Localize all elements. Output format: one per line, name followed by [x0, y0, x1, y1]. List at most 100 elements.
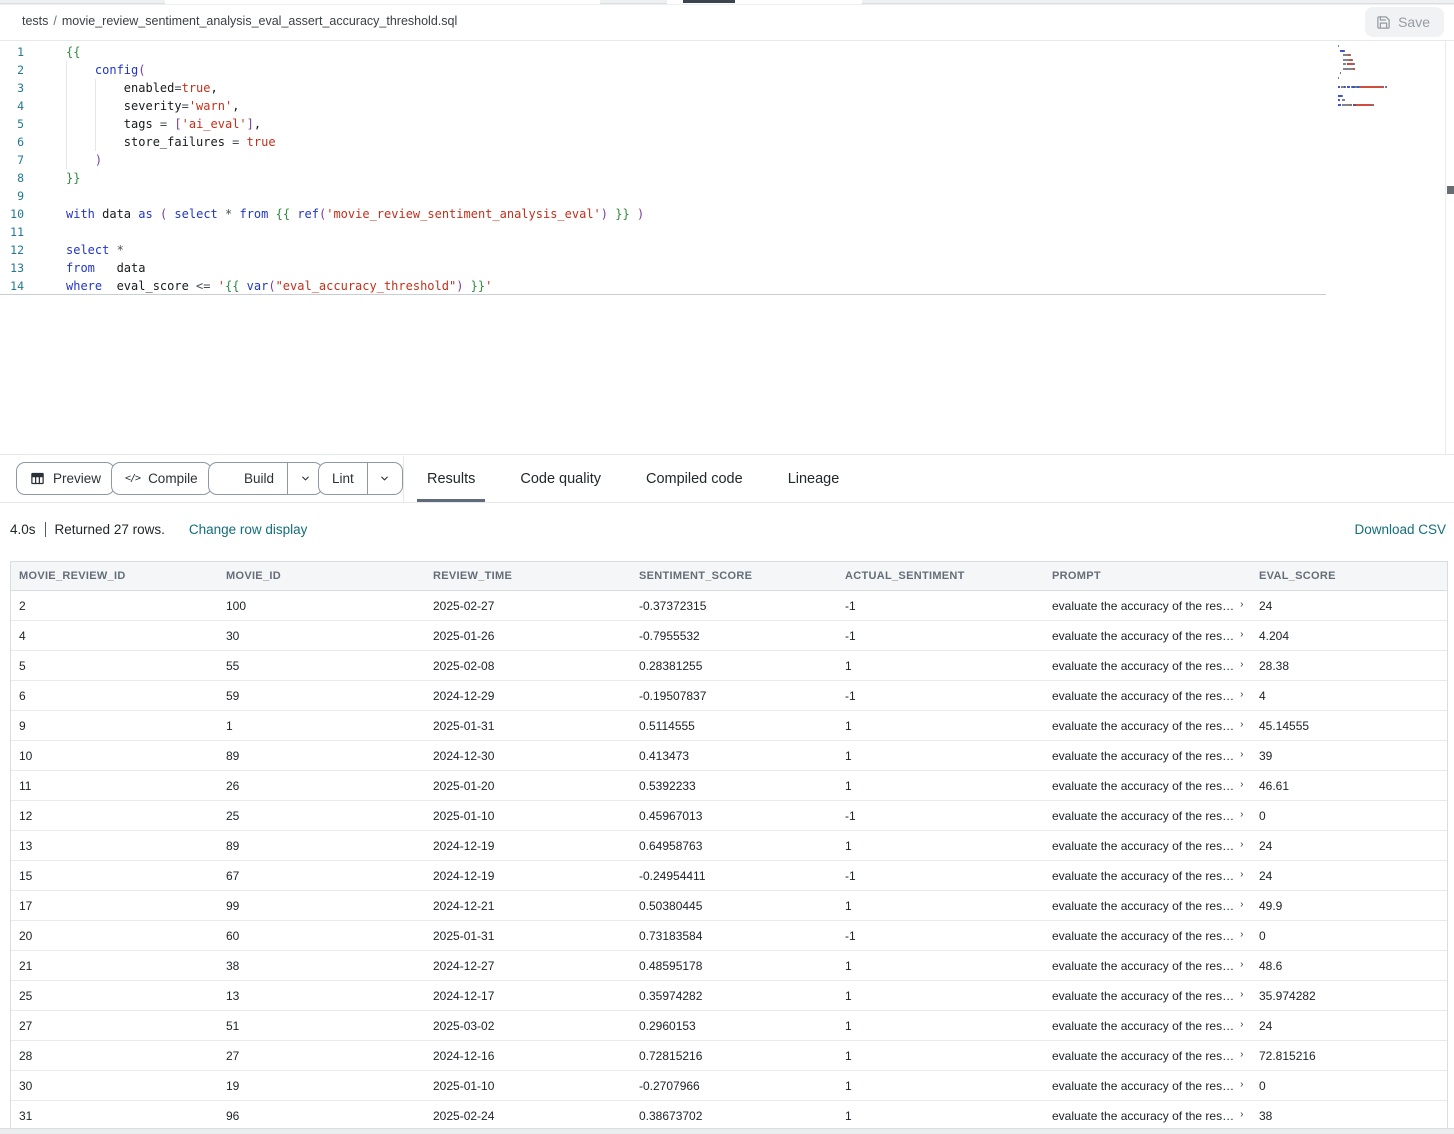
lint-dropdown-button[interactable] — [367, 463, 402, 494]
prompt-cell-expander[interactable]: evaluate the accuracy of the res…› — [1052, 1049, 1251, 1063]
tab-compiled-code[interactable]: Compiled code — [639, 456, 750, 502]
horizontal-scrollbar[interactable] — [0, 1128, 1454, 1134]
build-button[interactable]: Build — [209, 463, 287, 494]
table-cell: 1 — [837, 749, 1044, 763]
table-cell: 30 — [11, 1079, 218, 1093]
prompt-cell-expander[interactable]: evaluate the accuracy of the res…› — [1052, 809, 1251, 823]
prompt-cell-expander[interactable]: evaluate the accuracy of the res…› — [1052, 689, 1251, 703]
compile-button[interactable]: </> Compile — [111, 462, 212, 495]
table-cell: 2024-12-30 — [425, 749, 631, 763]
prompt-cell-expander[interactable]: evaluate the accuracy of the res…› — [1052, 629, 1251, 643]
table-cell: 28 — [11, 1049, 218, 1063]
code-line[interactable]: 2 config( — [0, 61, 1454, 79]
file-tab[interactable] — [600, 0, 667, 4]
prompt-cell-expander[interactable]: evaluate the accuracy of the res…› — [1052, 839, 1251, 853]
file-tab[interactable] — [862, 0, 1454, 4]
code-text: store_failures = true — [66, 133, 276, 151]
table-cell-eval-score: 48.6 — [1251, 959, 1441, 973]
code-text: select * — [66, 241, 124, 259]
code-line[interactable]: 6 store_failures = true — [0, 133, 1454, 151]
prompt-cell-expander[interactable]: evaluate the accuracy of the res…› — [1052, 929, 1251, 943]
code-line[interactable]: 7 ) — [0, 151, 1454, 169]
change-row-display-link[interactable]: Change row display — [189, 522, 308, 537]
prompt-cell-expander[interactable]: evaluate the accuracy of the res… › — [1052, 1109, 1251, 1123]
code-line[interactable]: 13from data — [0, 259, 1454, 277]
table-cell: 0.35974282 — [631, 989, 837, 1003]
table-cell: 15 — [11, 869, 218, 883]
prompt-preview-text: evaluate the accuracy of the res… — [1052, 1019, 1234, 1033]
prompt-cell-expander[interactable]: evaluate the accuracy of the res…› — [1052, 989, 1251, 1003]
prompt-cell-expander[interactable]: evaluate the accuracy of the res…› — [1052, 719, 1251, 733]
code-line[interactable]: 10with data as ( select * from {{ ref('m… — [0, 205, 1454, 223]
table-cell: 0.413473 — [631, 749, 837, 763]
prompt-cell-expander[interactable]: evaluate the accuracy of the res…› — [1052, 749, 1251, 763]
scrollbar-marker[interactable] — [1447, 186, 1454, 194]
tab-results[interactable]: Results — [420, 456, 482, 502]
minimap[interactable] — [1332, 41, 1444, 455]
line-number: 11 — [0, 223, 40, 241]
build-dropdown-button[interactable] — [287, 463, 322, 494]
chevron-right-icon: › — [1240, 689, 1243, 700]
prompt-cell-expander[interactable]: evaluate the accuracy of the res…› — [1052, 1079, 1251, 1093]
file-tab[interactable] — [0, 0, 165, 4]
preview-button[interactable]: Preview — [16, 462, 115, 495]
prompt-cell-expander[interactable]: evaluate the accuracy of the res… › — [1052, 1019, 1251, 1033]
prompt-cell-expander[interactable]: evaluate the accuracy of the res…› — [1052, 779, 1251, 793]
code-line[interactable]: 1{{ — [0, 43, 1454, 61]
table-cell: -1 — [837, 629, 1044, 643]
code-line[interactable]: 4 severity='warn', — [0, 97, 1454, 115]
code-line[interactable]: 12select * — [0, 241, 1454, 259]
save-button-label: Save — [1398, 14, 1430, 30]
prompt-cell-expander[interactable]: evaluate the accuracy of the res…› — [1052, 599, 1251, 613]
chevron-right-icon: › — [1240, 659, 1243, 670]
table-row: 17992024-12-210.503804451evaluate the ac… — [11, 891, 1447, 921]
table-cell: 4 — [11, 629, 218, 643]
code-line[interactable]: 8}} — [0, 169, 1454, 187]
tab-code-quality[interactable]: Code quality — [513, 456, 608, 502]
lint-button[interactable]: Lint — [319, 463, 367, 494]
results-tab-bar: Results Code quality Compiled code Linea… — [420, 456, 846, 502]
table-cell: 2025-03-02 — [425, 1019, 631, 1033]
line-number: 6 — [0, 133, 40, 151]
download-csv-link[interactable]: Download CSV — [1354, 522, 1446, 537]
tab-lineage[interactable]: Lineage — [781, 456, 847, 502]
table-cell: 2024-12-19 — [425, 839, 631, 853]
chevron-right-icon: › — [1240, 1109, 1243, 1120]
table-cell: 1 — [837, 659, 1044, 673]
code-line[interactable]: 9 — [0, 187, 1454, 205]
table-cell: 2025-01-20 — [425, 779, 631, 793]
code-line[interactable]: 3 enabled=true, — [0, 79, 1454, 97]
table-cell: 10 — [11, 749, 218, 763]
table-cell: 2024-12-17 — [425, 989, 631, 1003]
table-cell: 25 — [218, 809, 425, 823]
prompt-cell-expander[interactable]: evaluate the accuracy of the res…› — [1052, 899, 1251, 913]
code-line[interactable]: 11 — [0, 223, 1454, 241]
chevron-right-icon: › — [1240, 1019, 1243, 1030]
table-cell: -0.7955532 — [631, 629, 837, 643]
prompt-cell-expander[interactable]: evaluate the accuracy of the res…› — [1052, 659, 1251, 673]
save-button[interactable]: Save — [1365, 7, 1444, 37]
table-row: 25132024-12-170.359742821evaluate the ac… — [11, 981, 1447, 1011]
prompt-preview-text: evaluate the accuracy of the res… — [1052, 1109, 1234, 1123]
table-cell: 0.5114555 — [631, 719, 837, 733]
table-cell-eval-score: 24 — [1251, 839, 1441, 853]
breadcrumb-filename: movie_review_sentiment_analysis_eval_ass… — [62, 14, 457, 28]
table-cell: 0.64958763 — [631, 839, 837, 853]
table-cell: 1 — [837, 779, 1044, 793]
table-row: 21382024-12-270.485951781evaluate the ac… — [11, 951, 1447, 981]
code-editor[interactable]: 1{{2 config(3 enabled=true,4 severity='w… — [0, 41, 1454, 455]
chevron-down-icon — [300, 473, 311, 484]
code-line[interactable]: 14where eval_score <= '{{ var("eval_accu… — [0, 277, 1326, 295]
table-cell-eval-score: 4.204 — [1251, 629, 1441, 643]
table-grid-icon — [30, 471, 45, 486]
table-cell: 1 — [837, 839, 1044, 853]
code-line[interactable]: 5 tags = ['ai_eval'], — [0, 115, 1454, 133]
code-text: severity='warn', — [66, 97, 239, 115]
table-cell: 1 — [837, 1019, 1044, 1033]
table-cell: -0.24954411 — [631, 869, 837, 883]
prompt-preview-text: evaluate the accuracy of the res… — [1052, 989, 1234, 1003]
table-cell: 2025-01-26 — [425, 629, 631, 643]
table-cell-eval-score: 49.9 — [1251, 899, 1441, 913]
prompt-cell-expander[interactable]: evaluate the accuracy of the res…› — [1052, 869, 1251, 883]
prompt-cell-expander[interactable]: evaluate the accuracy of the res…› — [1052, 959, 1251, 973]
